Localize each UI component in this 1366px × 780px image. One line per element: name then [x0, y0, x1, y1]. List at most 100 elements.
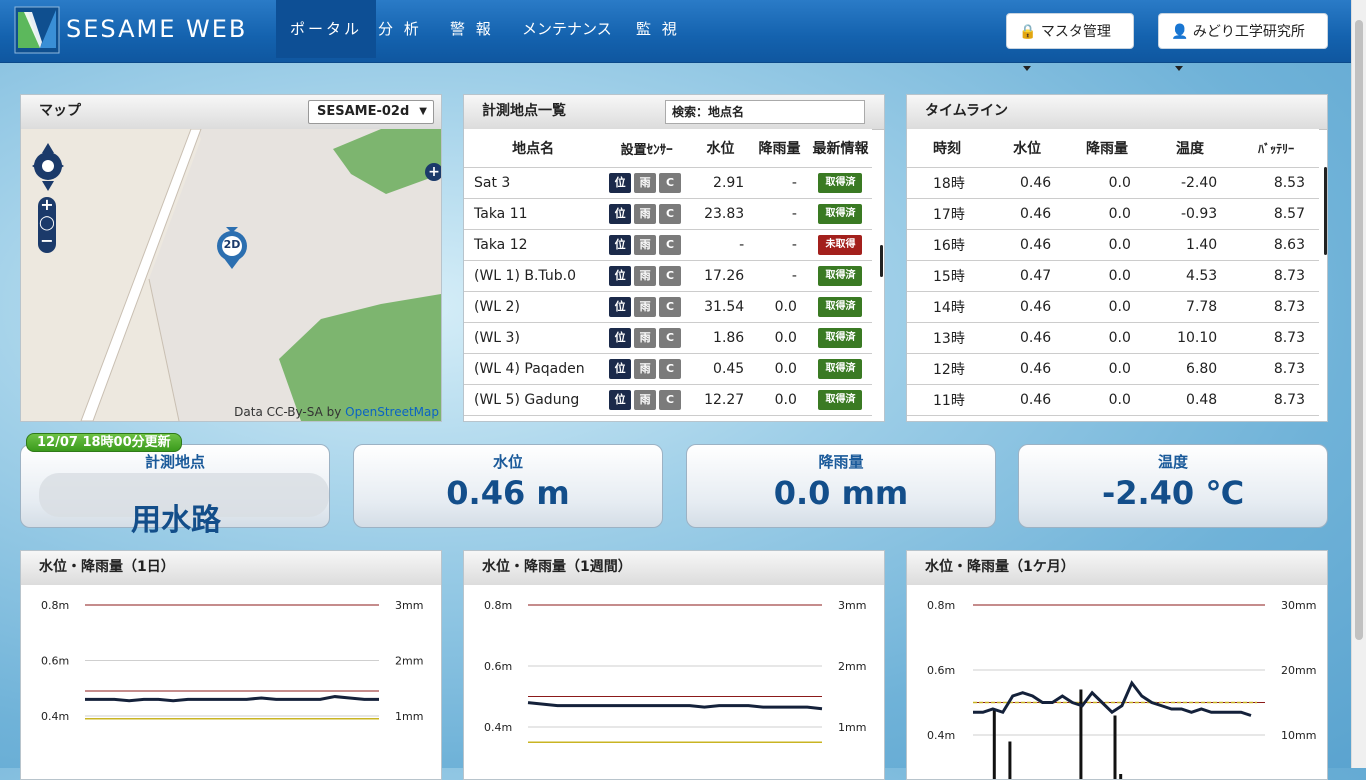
chart-day[interactable]: 0.8m 3mm 0.6m 2mm 0.4m 1mm [21, 585, 441, 780]
station-select[interactable]: SESAME-02d ▼ [308, 100, 434, 124]
timeline-scrollbar[interactable] [1324, 167, 1327, 255]
timeline-row[interactable]: 15時 0.47 0.0 4.53 8.73 [907, 260, 1319, 292]
scrollbar-thumb[interactable] [1355, 20, 1363, 640]
station-rain: - [750, 260, 809, 292]
timeline-row[interactable]: 11時 0.46 0.0 0.48 8.73 [907, 384, 1319, 416]
station-row[interactable]: (WL 6) Macan位雨C39.290.0取得済 [464, 415, 872, 417]
station-select-value: SESAME-02d [317, 104, 410, 119]
station-row[interactable]: Taka 11 位雨 C 23.83- 取得済 [464, 198, 872, 230]
timeline-temp: -0.93 [1146, 198, 1234, 230]
timeline-rain: 0.0 [1067, 229, 1147, 261]
station-name[interactable]: (WL 1) B.Tub.0 [464, 260, 603, 292]
openstreetmap-link[interactable]: OpenStreetMap [345, 405, 439, 419]
master-management-button[interactable]: 🔒 マスタ管理 [1006, 13, 1134, 71]
nav-portal[interactable]: ポータル [276, 0, 377, 58]
timeline-time: 14時 [907, 291, 987, 323]
sensor-tag: 雨 [634, 359, 657, 379]
timeline-row[interactable]: 18時 0.46 0.0 -2.40 8.53 [907, 167, 1319, 199]
top-navbar: SESAME WEB ポータル 分 析 警 報 メンテナンス 監 視 🔒 マスタ… [0, 0, 1352, 71]
chart-week[interactable]: 0.8m 3mm 0.6m 2mm 0.4m 1mm [464, 585, 884, 780]
nav-maintenance[interactable]: メンテナンス [508, 0, 626, 58]
y2-tick-label: 20mm [1281, 664, 1316, 677]
timeline-battery: 8.73 [1233, 384, 1319, 416]
nav-analysis[interactable]: 分 析 [364, 0, 436, 58]
col-time: 時刻 [907, 129, 987, 168]
station-status: 取得済 [808, 291, 872, 323]
station-list-scrollbar[interactable] [880, 245, 883, 277]
station-card-value: 用水路 [131, 503, 221, 538]
organization-button[interactable]: 👤 みどり工学研究所 [1158, 13, 1328, 71]
y-tick-label: 0.4m [484, 721, 512, 734]
timeline-row[interactable]: 10時0.460.0-8.628.73 [907, 415, 1319, 417]
station-name[interactable]: (WL 2) [464, 291, 603, 323]
station-marker[interactable]: 2D [215, 225, 249, 271]
page-scrollbar[interactable] [1351, 0, 1366, 768]
timeline-temp: 7.78 [1146, 291, 1234, 323]
sensor-tags: 位雨C [602, 384, 691, 416]
station-name[interactable]: (WL 4) Paqaden [464, 353, 603, 385]
timeline-rain: 0.0 [1067, 353, 1147, 385]
zoom-control: + ◯ − [38, 197, 56, 253]
brand-title[interactable]: SESAME WEB [66, 15, 247, 43]
timeline-level: 0.47 [987, 260, 1068, 292]
sensor-tag: C [659, 390, 682, 410]
y2-tick-label: 2mm [395, 655, 423, 668]
station-row[interactable]: (WL 3) 位雨 C 1.86 0.0 取得済 [464, 322, 872, 354]
sensor-tags: 位雨C [602, 198, 691, 230]
col-sensors: 設置ｾﾝｻｰ [602, 129, 691, 168]
timeline-row[interactable]: 16時 0.46 0.0 1.40 8.63 [907, 229, 1319, 261]
timeline-temp: 10.10 [1146, 322, 1234, 354]
timeline-temp: 6.80 [1146, 353, 1234, 385]
timeline-rain: 0.0 [1067, 291, 1147, 323]
timeline-battery: 8.57 [1233, 198, 1319, 230]
status-badge: 取得済 [818, 328, 863, 348]
temp-card-value: -2.40 ℃ [1101, 474, 1245, 512]
globe-icon[interactable]: ◯ [38, 213, 56, 233]
station-search-input[interactable]: 検索：地点名 [665, 100, 865, 124]
timeline-row[interactable]: 12時 0.46 0.0 6.80 8.73 [907, 353, 1319, 385]
station-row[interactable]: Sat 3 位雨 C 2.91- 取得済 [464, 167, 872, 199]
station-name[interactable]: (WL 6) Macan [464, 415, 603, 417]
timeline-row[interactable]: 17時 0.46 0.0 -0.93 8.57 [907, 198, 1319, 230]
pan-control-icon[interactable] [31, 139, 64, 193]
station-name[interactable]: (WL 5) Gadung [464, 384, 603, 416]
station-rain: 0.0 [750, 415, 809, 417]
nav-alert[interactable]: 警 報 [436, 0, 508, 58]
timeline-table: 時刻 水位 降雨量 温度 ﾊﾞｯﾃﾘｰ 18時 0.46 0.0 -2.40 8.53 1… [907, 129, 1319, 417]
station-row[interactable]: (WL 1) B.Tub.0 位雨 C 17.26- 取得済 [464, 260, 872, 292]
station-status: 取得済 [808, 198, 872, 230]
sensor-tag: 雨 [634, 328, 657, 348]
chart-panel-month: 水位・降雨量（1ケ月） 0.8m 30mm 0.6m 20mm 0.4m 10mm [906, 550, 1328, 780]
nav-monitor[interactable]: 監 視 [622, 0, 694, 58]
water-level-line [527, 701, 823, 711]
zoom-in-icon[interactable]: + [38, 197, 56, 213]
timeline-time: 12時 [907, 353, 987, 385]
station-rain: 0.0 [750, 291, 809, 323]
timeline-row[interactable]: 14時 0.46 0.0 7.78 8.73 [907, 291, 1319, 323]
y-tick-label: 0.6m [484, 660, 512, 673]
station-name[interactable]: Sat 3 [464, 167, 603, 199]
status-badge: 取得済 [818, 204, 863, 224]
station-row[interactable]: (WL 5) Gadung 位雨 C 12.27 0.0 取得済 [464, 384, 872, 416]
y2-tick-label: 3mm [395, 599, 423, 612]
station-row[interactable]: Taka 12 位雨 C - - 未取得 [464, 229, 872, 261]
sensor-tag: C [659, 204, 682, 224]
sesame-logo-icon[interactable] [14, 6, 60, 54]
chart-month[interactable]: 0.8m 30mm 0.6m 20mm 0.4m 10mm [907, 585, 1327, 780]
station-row[interactable]: (WL 4) Paqaden 位雨 C 0.45 0.0 取得済 [464, 353, 872, 385]
station-name[interactable]: (WL 3) [464, 322, 603, 354]
chevron-down-icon [1175, 65, 1183, 71]
timeline-row[interactable]: 13時 0.46 0.0 10.10 8.73 [907, 322, 1319, 354]
station-name[interactable]: Taka 11 [464, 198, 603, 230]
col-temp: 温度 [1146, 129, 1234, 168]
map-canvas[interactable]: + ◯ − + 2D Data CC-By-SA by OpenStreetMa… [21, 129, 441, 421]
station-row[interactable]: (WL 2) 位雨 C 31.54 0.0 取得済 [464, 291, 872, 323]
station-name[interactable]: Taka 12 [464, 229, 603, 261]
zoom-out-icon[interactable]: − [38, 233, 56, 249]
col-latest: 最新情報 [808, 129, 872, 168]
y-tick-label: 0.6m [927, 664, 955, 677]
station-status: 未取得 [808, 229, 872, 261]
timeline-table-wrap: 時刻 水位 降雨量 温度 ﾊﾞｯﾃﾘｰ 18時 0.46 0.0 -2.40 8.53 1… [907, 129, 1319, 417]
station-table-wrap: 地点名 設置ｾﾝｻｰ 水位 降雨量 最新情報 Sat 3 位雨 C 2.91- 取得済 T… [464, 129, 872, 417]
layer-expand-icon[interactable]: + [425, 163, 441, 181]
